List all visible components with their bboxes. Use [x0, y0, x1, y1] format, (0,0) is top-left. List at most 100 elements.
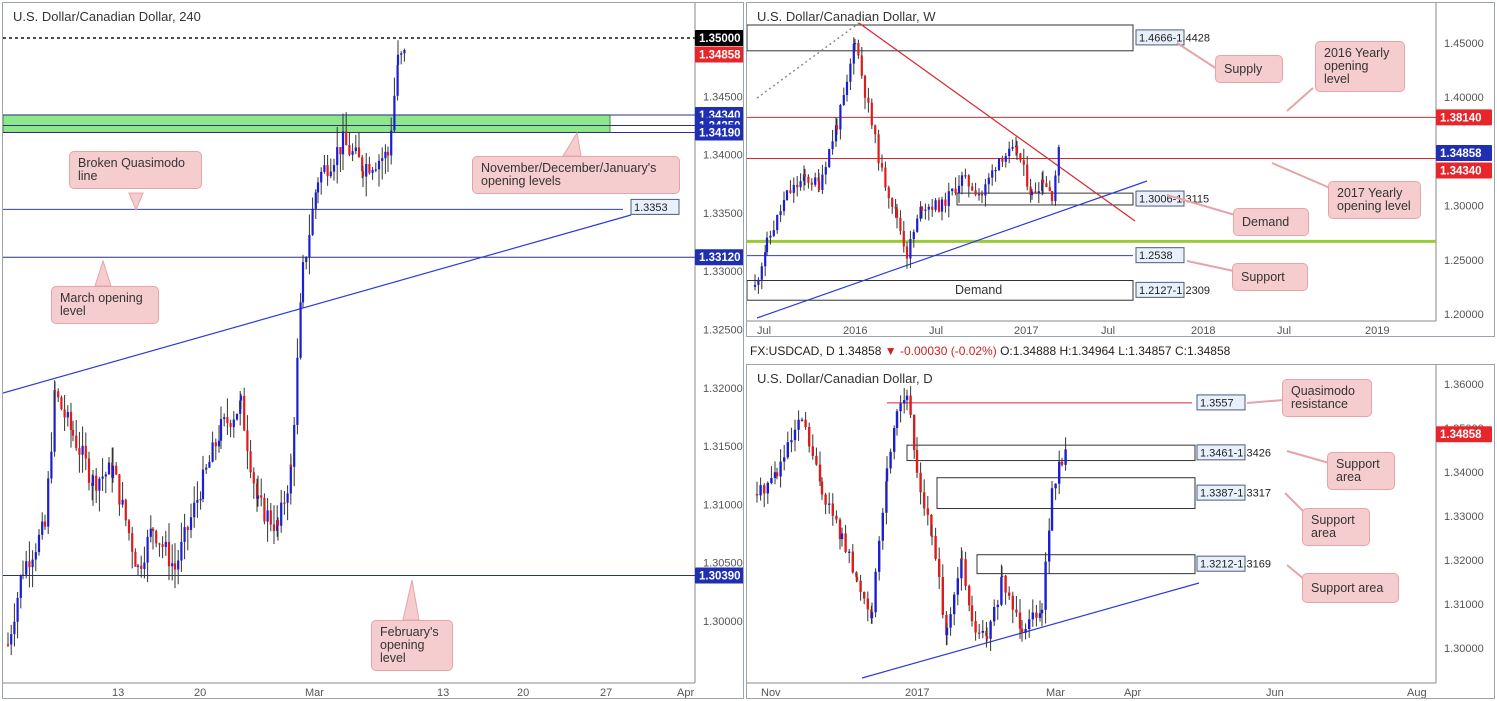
d-candle-72: [985, 635, 989, 639]
d-xtick-3: Apr: [1124, 687, 1141, 699]
chart-h4-svg[interactable]: 1.34500 1.34000 1.33500 1.33000 1.32500 1.320…: [3, 3, 744, 699]
h4-candle-17: [57, 391, 60, 398]
w-ytick-5: 1.20000: [1444, 309, 1484, 321]
callout-february-opening: February's opening level: [371, 620, 453, 671]
chart-panel-h4[interactable]: 1.34500 1.34000 1.33500 1.33000 1.32500 1.320…: [2, 2, 744, 699]
chart-panel-weekly[interactable]: 1.450001.400001.350001.300001.250001.200…: [746, 2, 1495, 337]
d-candle-54: [930, 535, 934, 537]
h4-candle-41: [127, 520, 131, 534]
h4-candle-61: [189, 517, 193, 530]
d-candle-50: [919, 472, 922, 493]
h4-xtick-2: Mar: [305, 687, 324, 699]
h4-candle-104: [314, 192, 317, 209]
callout-support-area-1: Support area: [1327, 452, 1395, 490]
d-ptr-qm: [1246, 399, 1285, 404]
h4-candle-94: [286, 493, 289, 503]
d-candle-25: [840, 533, 844, 540]
h4-candle-134: [403, 49, 406, 54]
d-ytick-6: 1.30000: [1444, 643, 1484, 655]
d-candle-1: [759, 485, 762, 496]
h4-candle-32: [101, 476, 104, 479]
d-candle-8: [783, 457, 786, 462]
w-zone-0: [747, 24, 1134, 52]
d-ytick-4: 1.32000: [1444, 555, 1484, 567]
chart-daily-svg[interactable]: 1.360001.350001.340001.330001.320001.310…: [747, 365, 1495, 699]
w-candle-66: [960, 175, 964, 186]
w-candle-12: [792, 184, 795, 193]
w-candle-42: [884, 167, 887, 188]
ohlc-open: O:1.34888: [1000, 344, 1057, 358]
h4-candle-114: [345, 131, 348, 146]
w-candle-10: [785, 190, 789, 201]
d-zone-0: [906, 444, 1196, 462]
w-candle-14: [799, 181, 802, 188]
h4-ytick-3: 1.33000: [703, 266, 743, 278]
h4-candle-29: [91, 475, 95, 486]
h4-candle-129: [390, 130, 393, 156]
d-candle-62: [956, 578, 959, 595]
w-candle-78: [1001, 158, 1004, 162]
w-candle-63: [951, 188, 954, 192]
chart-panel-daily[interactable]: 1.360001.350001.340001.330001.320001.310…: [746, 364, 1495, 699]
w-candle-68: [967, 175, 970, 187]
w-candle-49: [905, 246, 909, 259]
w-candle-70: [974, 190, 977, 195]
h4-candle-45: [140, 565, 143, 569]
h4-candle-102: [308, 234, 311, 258]
d-candle-16: [811, 446, 814, 456]
w-candle-57: [931, 206, 934, 210]
d-zone-label-0: 1.3461-1.3426: [1200, 447, 1271, 459]
w-xtick-2: Jul: [929, 325, 943, 337]
d-candle-37: [878, 540, 881, 572]
h4-candle-23: [75, 435, 78, 449]
d-candle-91: [1048, 530, 1051, 562]
h4-candle-74: [229, 423, 232, 428]
d-candle-41: [889, 451, 892, 469]
h4-candle-71: [219, 419, 223, 441]
h4-candle-1: [10, 634, 13, 645]
w-candle-39: [874, 125, 877, 135]
w-zone-label-0: 1.4666-1.4428: [1139, 32, 1210, 44]
d-zone-1: [936, 477, 1196, 510]
d-candle-59: [945, 627, 949, 636]
w-candle-69: [971, 186, 974, 191]
w-candle-11: [789, 190, 792, 193]
d-candle-7: [779, 461, 782, 477]
d-candle-13: [800, 419, 804, 421]
d-ytick-0: 1.36000: [1444, 379, 1484, 391]
d-candle-70: [981, 630, 984, 633]
d-candle-12: [797, 419, 800, 430]
callout-demand: Demand: [1233, 208, 1309, 236]
ohlc-price: 1.34858: [838, 344, 882, 358]
h4-ytick-1: 1.34000: [703, 150, 743, 162]
h4-quasimodo-label: 1.3353: [634, 202, 668, 214]
h4-candle-57: [177, 560, 180, 570]
d-candle-30: [855, 576, 859, 581]
d-candle-55: [934, 536, 937, 559]
h4-candle-14: [50, 451, 53, 479]
h4-xtick-1: 20: [194, 687, 206, 699]
w-candle-43: [887, 187, 890, 199]
w-candle-3: [764, 252, 767, 267]
h4-candle-60: [186, 527, 189, 530]
d-candle-20: [824, 494, 827, 505]
d-ytick-3: 1.33000: [1444, 511, 1484, 523]
d-candle-32: [863, 591, 866, 599]
h4-candle-100: [301, 262, 305, 303]
d-candle-85: [1028, 619, 1031, 630]
w-candle-88: [1030, 191, 1034, 195]
w-candle-77: [997, 158, 1001, 170]
w-candle-59: [937, 200, 941, 212]
h4-candle-34: [107, 462, 111, 475]
w-candle-37: [867, 97, 870, 103]
h4-xtick-3: 13: [437, 687, 449, 699]
d-candle-75: [996, 604, 999, 608]
d-xtick-1: 2017: [905, 687, 929, 699]
h4-candle-86: [263, 497, 266, 522]
h4-candle-99: [299, 302, 302, 358]
h4-candle-63: [196, 499, 199, 503]
w-candle-16: [803, 174, 807, 177]
d-candle-44: [899, 403, 902, 412]
d-candle-69: [978, 632, 981, 634]
h4-candle-95: [289, 464, 292, 494]
